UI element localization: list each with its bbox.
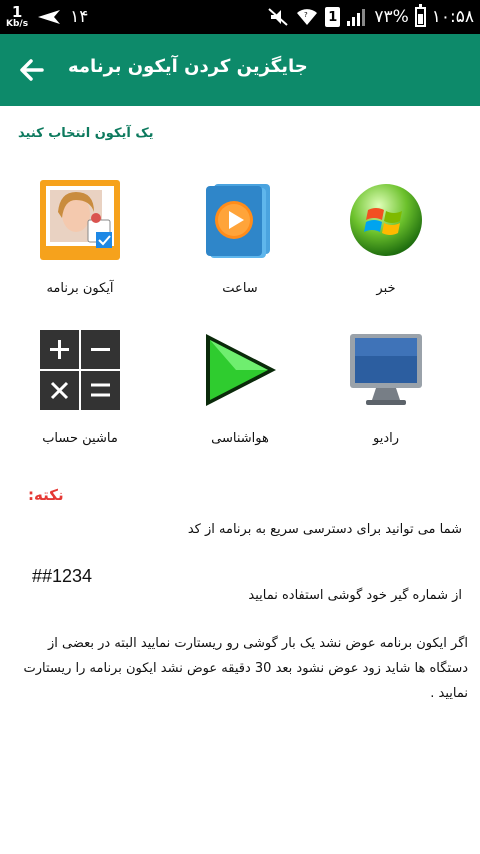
back-arrow-icon[interactable] xyxy=(18,56,46,84)
note-paragraph: اگر ایکون برنامه عوض نشد یک بار گوشی رو … xyxy=(23,636,469,701)
icon-option-calculator[interactable]: ماشین حساب xyxy=(20,330,140,470)
battery-icon xyxy=(414,4,426,27)
battery-fill xyxy=(417,13,423,24)
app-bar: جایگزین کردن آیکون برنامه xyxy=(0,34,480,106)
icon-label: خبر xyxy=(376,281,396,296)
network-speed-value: 1 xyxy=(11,3,23,21)
app-photo-icon xyxy=(40,180,120,260)
icon-label: ساعت xyxy=(222,281,258,296)
icon-label: هواشناسی xyxy=(211,431,269,446)
icon-label: آیکون برنامه xyxy=(46,281,114,296)
icon-option-news[interactable]: خبر xyxy=(326,180,446,320)
icon-option-radio[interactable]: رادیو xyxy=(326,330,446,470)
wifi-icon: ? xyxy=(295,7,319,27)
icon-label: رادیو xyxy=(372,431,399,446)
section-label: یک آیکون انتخاب کنید xyxy=(18,126,154,141)
note-title: نکته: xyxy=(28,486,64,504)
send-icon xyxy=(36,8,62,26)
windows-logo-icon xyxy=(346,180,426,260)
green-arrow-icon xyxy=(200,330,280,410)
network-speed-unit: Kb/s xyxy=(6,19,29,29)
monitor-icon xyxy=(346,330,426,410)
icon-option-app-icon[interactable]: آیکون برنامه xyxy=(20,180,140,320)
note-line-1: شما می توانید برای دسترسی سریع به برنامه… xyxy=(187,522,462,537)
dial-code: ##1234 xyxy=(32,566,93,586)
clock: ۱۰:۵۸ xyxy=(431,7,474,27)
svg-text:?: ? xyxy=(304,11,308,19)
mute-icon xyxy=(267,7,289,27)
media-player-icon xyxy=(200,180,280,260)
battery-percent: ۷۳% xyxy=(374,7,409,27)
icon-option-weather[interactable]: هواشناسی xyxy=(180,330,300,470)
icon-option-clock[interactable]: ساعت xyxy=(180,180,300,320)
page-title: جایگزین کردن آیکون برنامه xyxy=(68,56,308,77)
icon-label: ماشین حساب xyxy=(42,431,118,446)
notification-count: ۱۴ xyxy=(70,7,89,27)
signal-icon xyxy=(346,7,368,27)
network-speed: 1 Kb/s xyxy=(6,5,28,29)
status-bar: 1 Kb/s ۱۴ ? 1 ۷۳% ۱۰:۵۸ xyxy=(0,0,480,34)
note-line-2: از شماره گیر خود گوشی استفاده نمایید xyxy=(248,588,462,603)
sim-icon: 1 xyxy=(325,7,341,27)
calculator-icon xyxy=(40,330,120,410)
